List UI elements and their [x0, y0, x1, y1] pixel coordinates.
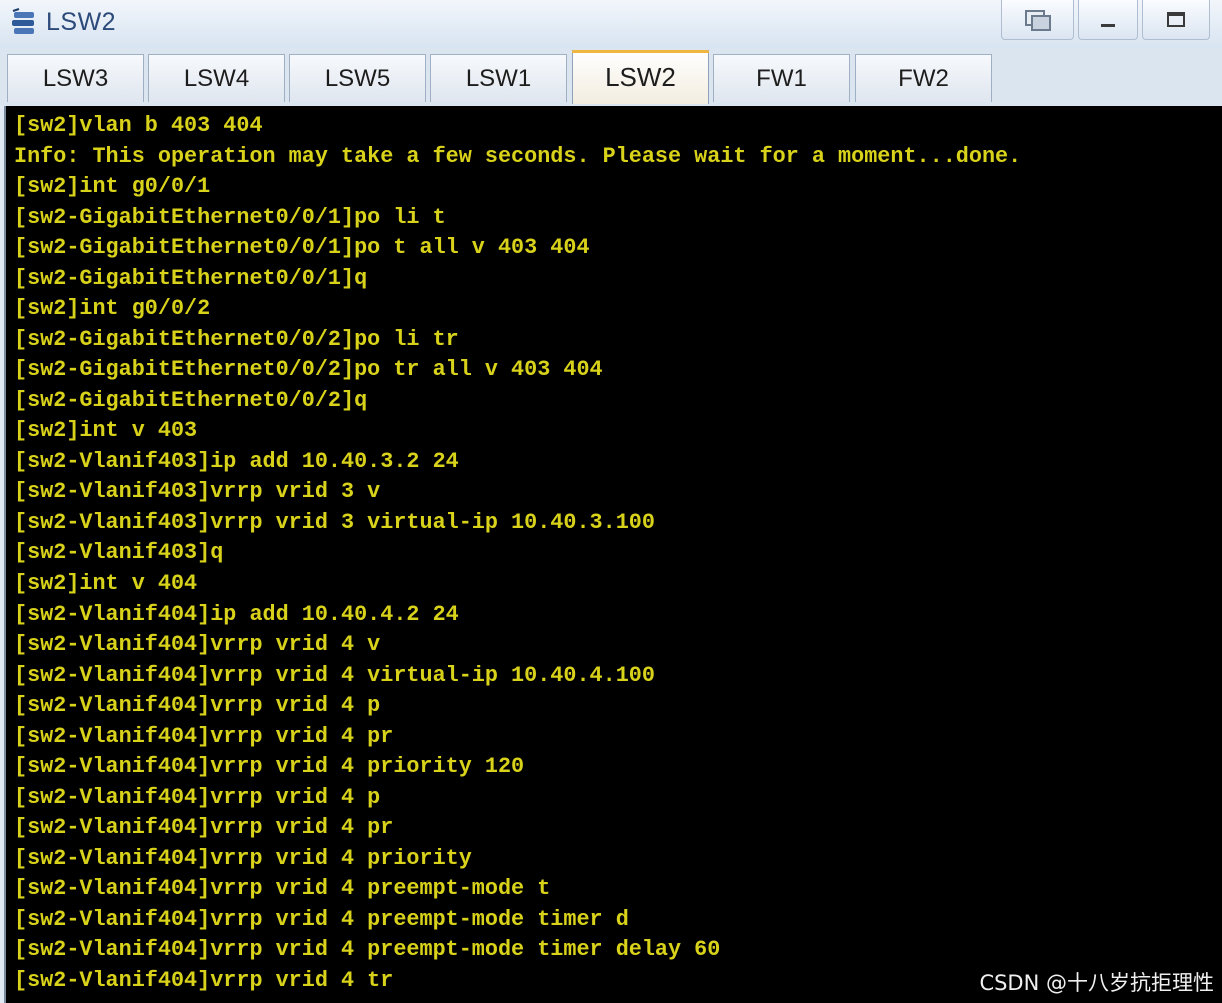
terminal-line: [sw2]vlan b 403 404 [14, 113, 263, 138]
terminal-line: [sw2-Vlanif404]vrrp vrid 4 preempt-mode … [14, 937, 721, 962]
window-title: LSW2 [46, 8, 117, 36]
terminal-line: [sw2-Vlanif404]vrrp vrid 4 pr [14, 724, 394, 749]
terminal-line: [sw2-Vlanif404]vrrp vrid 4 preempt-mode … [14, 876, 551, 901]
terminal-line: [sw2-Vlanif404]vrrp vrid 4 pr [14, 815, 394, 840]
tab-lsw4[interactable]: LSW4 [148, 54, 285, 102]
watermark-text: CSDN @十八岁抗拒理性 [979, 971, 1214, 995]
terminal-line: [sw2-Vlanif404]vrrp vrid 4 priority [14, 846, 472, 871]
terminal-line: [sw2]int g0/0/1 [14, 174, 211, 199]
switch-icon [12, 8, 34, 34]
terminal-line: [sw2-Vlanif404]vrrp vrid 4 v [14, 632, 381, 657]
terminal-line: [sw2-Vlanif403]q [14, 540, 224, 565]
terminal-line: [sw2-Vlanif404]vrrp vrid 4 priority 120 [14, 754, 525, 779]
maximize-icon [1167, 11, 1185, 27]
terminal-line: [sw2-Vlanif403]ip add 10.40.3.2 24 [14, 449, 459, 474]
terminal-line: [sw2]int v 403 [14, 418, 198, 443]
terminal-console[interactable]: [sw2]vlan b 403 404 Info: This operation… [4, 106, 1222, 1003]
tab-lsw2[interactable]: LSW2 [572, 50, 709, 104]
terminal-line: [sw2-Vlanif404]ip add 10.40.4.2 24 [14, 602, 459, 627]
tab-lsw1[interactable]: LSW1 [430, 54, 567, 102]
tab-fw1[interactable]: FW1 [713, 54, 850, 102]
terminal-line: [sw2-Vlanif403]vrrp vrid 3 virtual-ip 10… [14, 510, 655, 535]
terminal-line: [sw2-GigabitEthernet0/0/1]q [14, 266, 368, 291]
terminal-line: [sw2-Vlanif404]vrrp vrid 4 p [14, 785, 381, 810]
terminal-line: [sw2]int g0/0/2 [14, 296, 211, 321]
minimize-icon [1101, 23, 1115, 27]
tab-lsw5[interactable]: LSW5 [289, 54, 426, 102]
terminal-line: [sw2-Vlanif404]vrrp vrid 4 p [14, 693, 381, 718]
title-bar: LSW2 [0, 0, 1222, 49]
tab-fw2[interactable]: FW2 [855, 54, 992, 102]
restore-icon [1024, 9, 1051, 31]
minimize-button[interactable] [1078, 0, 1138, 40]
restore-button[interactable] [1001, 0, 1074, 40]
tab-strip: LSW3 LSW4 LSW5 LSW1 LSW2 FW1 FW2 [0, 48, 1222, 106]
terminal-line: Info: This operation may take a few seco… [14, 144, 1022, 169]
terminal-line: [sw2-GigabitEthernet0/0/2]po li tr [14, 327, 459, 352]
terminal-line: [sw2-GigabitEthernet0/0/2]po tr all v 40… [14, 357, 603, 382]
terminal-line: [sw2-GigabitEthernet0/0/2]q [14, 388, 368, 413]
terminal-line: [sw2-GigabitEthernet0/0/1]po li t [14, 205, 446, 230]
terminal-line: [sw2-Vlanif404]vrrp vrid 4 virtual-ip 10… [14, 663, 655, 688]
terminal-line: [sw2-Vlanif404]vrrp vrid 4 tr [14, 968, 394, 993]
maximize-button[interactable] [1142, 0, 1210, 40]
terminal-line: [sw2-Vlanif404]vrrp vrid 4 preempt-mode … [14, 907, 629, 932]
terminal-line: [sw2]int v 404 [14, 571, 198, 596]
terminal-line: [sw2-Vlanif403]vrrp vrid 3 v [14, 479, 381, 504]
tab-lsw3[interactable]: LSW3 [7, 54, 144, 102]
terminal-line: [sw2-GigabitEthernet0/0/1]po t all v 403… [14, 235, 590, 260]
